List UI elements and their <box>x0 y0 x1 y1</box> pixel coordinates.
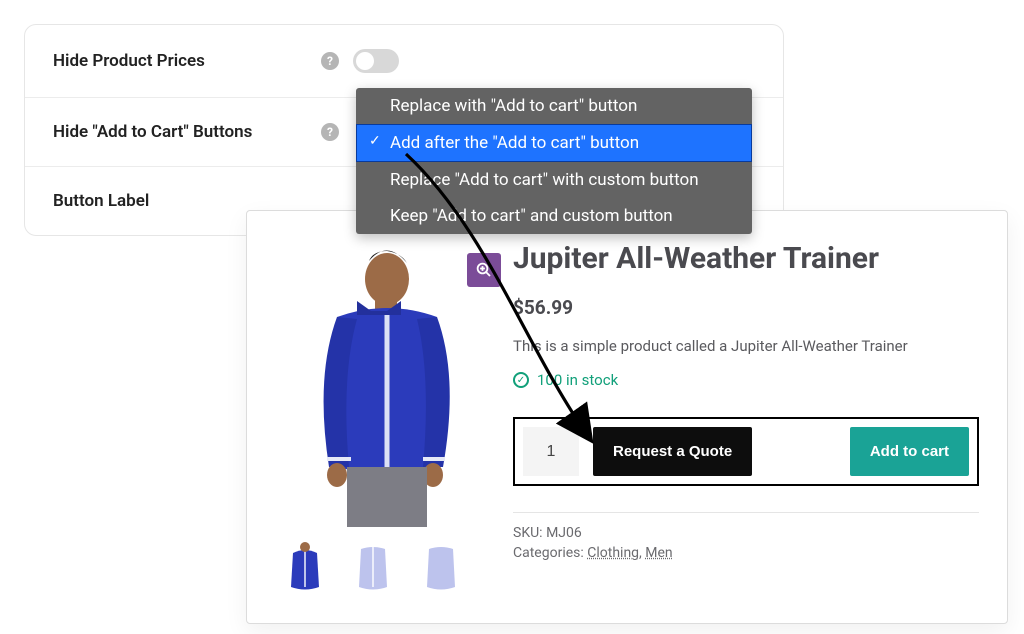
toggle-hide-prices[interactable] <box>353 49 399 73</box>
quantity-input[interactable] <box>523 427 579 476</box>
product-thumbnails <box>275 539 485 597</box>
setting-label: Button Label <box>53 191 321 211</box>
setting-label: Hide "Add to Cart" Buttons <box>53 122 321 142</box>
product-image-column <box>275 235 485 605</box>
request-quote-button[interactable]: Request a Quote <box>593 427 752 476</box>
product-price: $56.99 <box>513 296 979 319</box>
category-link[interactable]: Men <box>645 545 672 561</box>
divider <box>513 512 979 513</box>
product-main-image[interactable] <box>275 235 481 529</box>
stock-text: 100 in stock <box>537 371 618 389</box>
help-icon[interactable]: ? <box>321 123 339 141</box>
categories-label: Categories: <box>513 545 584 561</box>
product-card: Jupiter All-Weather Trainer $56.99 This … <box>246 210 1008 624</box>
dropdown-option[interactable]: Replace with "Add to cart" button <box>356 88 752 124</box>
check-circle-icon: ✓ <box>513 372 529 388</box>
category-link[interactable]: Clothing <box>587 545 639 561</box>
setting-label: Hide Product Prices <box>53 51 321 71</box>
add-to-cart-button[interactable]: Add to cart <box>850 427 969 476</box>
product-thumbnail[interactable] <box>349 539 397 597</box>
dropdown-option-selected[interactable]: Add after the "Add to cart" button <box>356 124 752 162</box>
categories-line: Categories: Clothing, Men <box>513 545 979 561</box>
product-thumbnail[interactable] <box>281 539 329 597</box>
zoom-icon[interactable] <box>467 253 501 287</box>
sku-value: MJ06 <box>546 525 582 541</box>
stock-status: ✓ 100 in stock <box>513 371 979 389</box>
product-thumbnail[interactable] <box>417 539 465 597</box>
dropdown-menu[interactable]: Replace with "Add to cart" button Add af… <box>356 88 752 234</box>
dropdown-option[interactable]: Keep "Add to cart" and custom button <box>356 198 752 234</box>
purchase-button-row: Request a Quote Add to cart <box>513 417 979 486</box>
product-description: This is a simple product called a Jupite… <box>513 337 979 355</box>
help-icon[interactable]: ? <box>321 52 339 70</box>
product-title: Jupiter All-Weather Trainer <box>513 241 979 276</box>
sku-label: SKU: <box>513 525 543 541</box>
product-info: Jupiter All-Weather Trainer $56.99 This … <box>513 235 979 605</box>
dropdown-option[interactable]: Replace "Add to cart" with custom button <box>356 162 752 198</box>
sku-line: SKU: MJ06 <box>513 525 979 541</box>
